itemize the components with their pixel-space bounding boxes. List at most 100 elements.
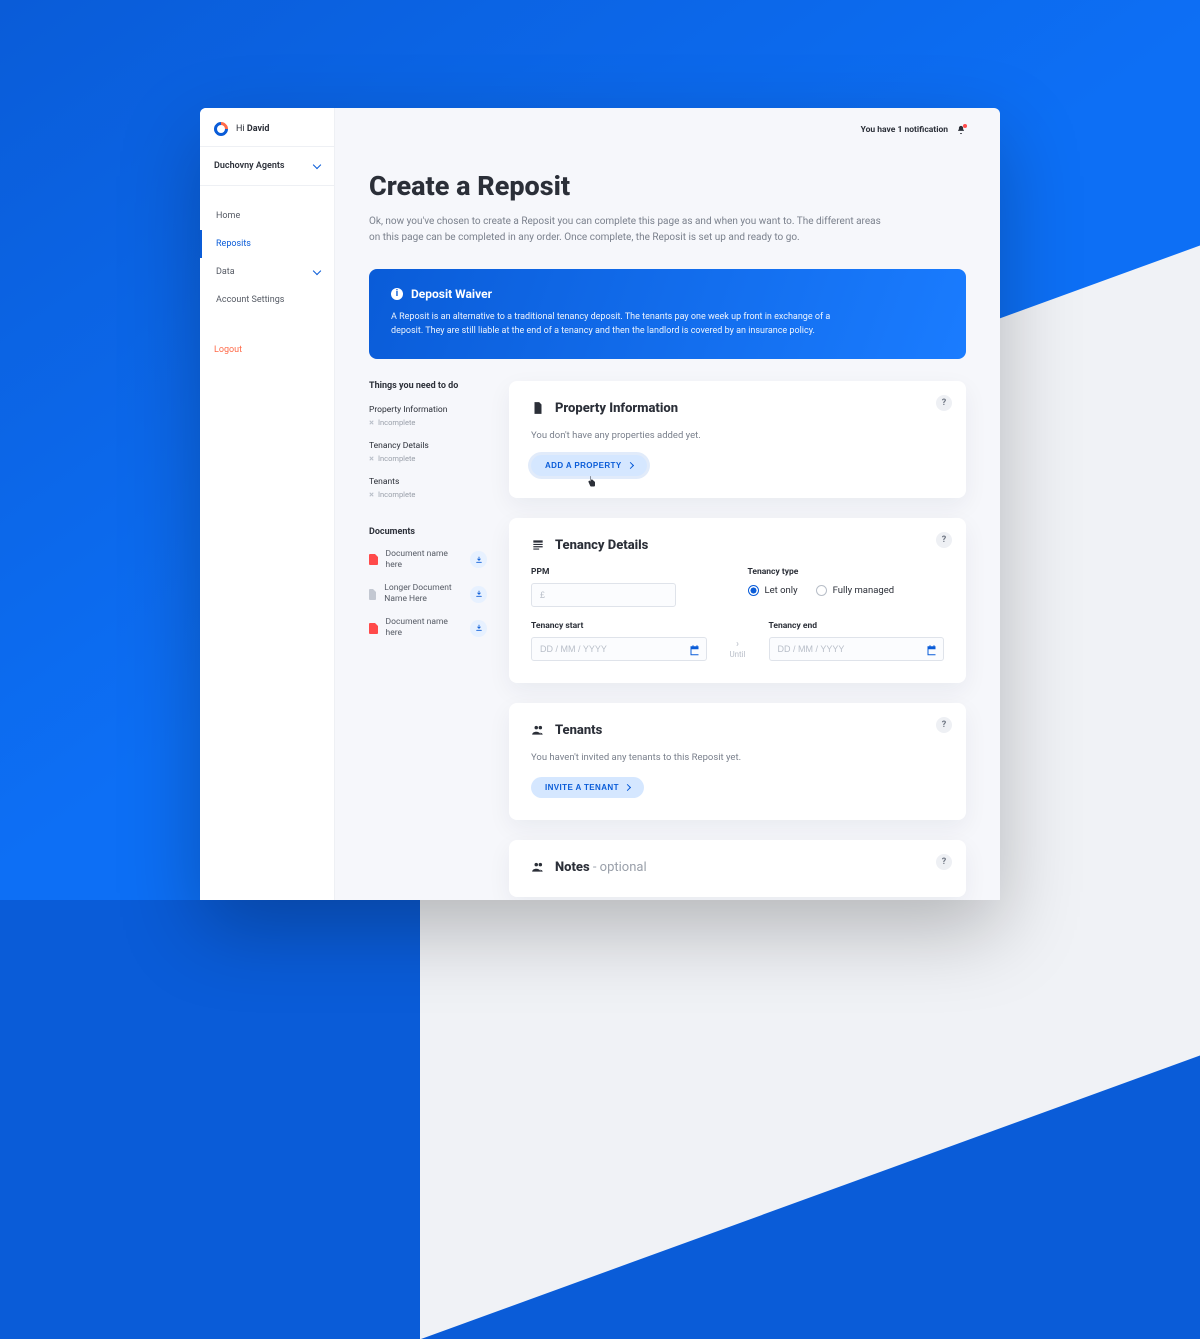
notes-card: ? Notes - optional [509, 840, 966, 897]
info-icon: i [391, 288, 403, 300]
document-row: Document name here [369, 549, 487, 571]
sidebar-nav: Home Reposits Data Account Settings Logo… [200, 186, 334, 364]
nav-logout-label: Logout [214, 345, 242, 355]
users-icon [531, 860, 545, 874]
tenancy-type-label: Tenancy type [748, 567, 945, 577]
tenants-card: ? Tenants You haven't invited any tenant… [509, 703, 966, 820]
property-empty: You don't have any properties added yet. [531, 430, 944, 441]
invite-tenant-button[interactable]: INVITE A TENANT [531, 777, 644, 798]
banner-title: Deposit Waiver [411, 287, 492, 301]
banner-head: i Deposit Waiver [391, 287, 944, 301]
document-name: Longer Document Name Here [384, 583, 462, 605]
ppm-label: PPM [531, 567, 728, 577]
task-item[interactable]: Property Information Incomplete [369, 405, 487, 427]
document-row: Longer Document Name Here [369, 583, 487, 605]
nav-home-label: Home [216, 211, 240, 221]
task-item[interactable]: Tenancy Details Incomplete [369, 441, 487, 463]
add-property-button[interactable]: ADD A PROPERTY [531, 455, 647, 476]
task-name: Tenants [369, 477, 487, 487]
logo-icon [211, 119, 231, 139]
notes-title: Notes - optional [555, 860, 647, 875]
sidebar-header: Hi David [200, 108, 334, 146]
nav-data-label: Data [216, 267, 235, 277]
radio-icon [816, 585, 827, 596]
documents-heading: Documents [369, 527, 487, 537]
tenancy-title: Tenancy Details [555, 538, 648, 553]
until-label: Until [729, 650, 745, 659]
x-icon [369, 456, 374, 461]
cards-column: ? Property Information You don't have an… [509, 381, 966, 900]
calendar-icon[interactable] [689, 641, 701, 653]
nav-account-label: Account Settings [216, 295, 284, 305]
agency-name: Duchovny Agents [214, 161, 285, 171]
greeting-name: David [247, 124, 270, 134]
help-button[interactable]: ? [936, 854, 952, 870]
info-banner: i Deposit Waiver A Reposit is an alterna… [369, 269, 966, 359]
sidebar: Hi David Duchovny Agents Home Reposits D… [200, 108, 335, 900]
radio-fully-managed[interactable]: Fully managed [816, 585, 895, 596]
tenants-title: Tenants [555, 723, 602, 738]
download-button[interactable] [470, 620, 487, 637]
nav-logout[interactable]: Logout [200, 336, 334, 364]
chevron-right-icon [624, 784, 631, 791]
task-item[interactable]: Tenants Incomplete [369, 477, 487, 499]
file-icon [369, 589, 376, 600]
greeting-prefix: Hi [236, 124, 247, 134]
side-tasks: Things you need to do Property Informati… [369, 381, 487, 900]
radio-fully-managed-label: Fully managed [833, 585, 895, 596]
page-title: Create a Reposit [369, 170, 966, 202]
radio-let-only-label: Let only [765, 585, 798, 596]
nav-reposits-label: Reposits [216, 239, 251, 249]
arrow-right-icon: › [736, 640, 739, 650]
document-name: Document name here [386, 617, 463, 639]
main-content: You have 1 notification Create a Reposit… [335, 108, 1000, 900]
x-icon [369, 492, 374, 497]
nav-account-settings[interactable]: Account Settings [200, 286, 334, 314]
tasks-heading: Things you need to do [369, 381, 487, 391]
users-icon [531, 723, 545, 737]
nav-reposits[interactable]: Reposits [200, 230, 334, 258]
help-button[interactable]: ? [936, 395, 952, 411]
greeting: Hi David [236, 124, 269, 134]
invite-tenant-label: INVITE A TENANT [545, 783, 619, 792]
date-separator: › Until [727, 640, 749, 661]
task-status: Incomplete [369, 454, 487, 463]
help-button[interactable]: ? [936, 532, 952, 548]
property-title: Property Information [555, 401, 678, 416]
page-lead: Ok, now you've chosen to create a Reposi… [369, 214, 889, 245]
tenancy-end-input[interactable] [769, 637, 945, 661]
chevron-down-icon [313, 160, 321, 168]
download-button[interactable] [470, 586, 487, 603]
file-pdf-icon [369, 623, 378, 634]
banner-body: A Reposit is an alternative to a traditi… [391, 311, 861, 339]
x-icon [369, 420, 374, 425]
task-name: Tenancy Details [369, 441, 487, 451]
nav-home[interactable]: Home [200, 202, 334, 230]
nav-data[interactable]: Data [200, 258, 334, 286]
notification-text[interactable]: You have 1 notification [861, 125, 948, 135]
download-button[interactable] [470, 551, 487, 568]
radio-let-only[interactable]: Let only [748, 585, 798, 596]
task-status: Incomplete [369, 490, 487, 499]
tenancy-start-input[interactable] [531, 637, 707, 661]
document-row: Document name here [369, 617, 487, 639]
calendar-icon[interactable] [926, 641, 938, 653]
add-property-label: ADD A PROPERTY [545, 461, 622, 470]
bell-icon[interactable] [956, 125, 966, 135]
help-button[interactable]: ? [936, 717, 952, 733]
radio-icon [748, 585, 759, 596]
chevron-right-icon [627, 462, 634, 469]
ppm-input[interactable] [531, 583, 676, 607]
tenancy-card: ? Tenancy Details PPM Tenancy type [509, 518, 966, 683]
app-window: Hi David Duchovny Agents Home Reposits D… [200, 108, 1000, 900]
list-icon [531, 538, 545, 552]
file-pdf-icon [369, 554, 378, 565]
tenancy-start-label: Tenancy start [531, 621, 707, 631]
agency-switcher[interactable]: Duchovny Agents [200, 146, 334, 186]
tenancy-end-label: Tenancy end [769, 621, 945, 631]
chevron-down-icon [313, 266, 321, 274]
task-status: Incomplete [369, 418, 487, 427]
property-card: ? Property Information You don't have an… [509, 381, 966, 498]
file-text-icon [531, 401, 545, 415]
notes-suffix: - optional [590, 860, 647, 875]
